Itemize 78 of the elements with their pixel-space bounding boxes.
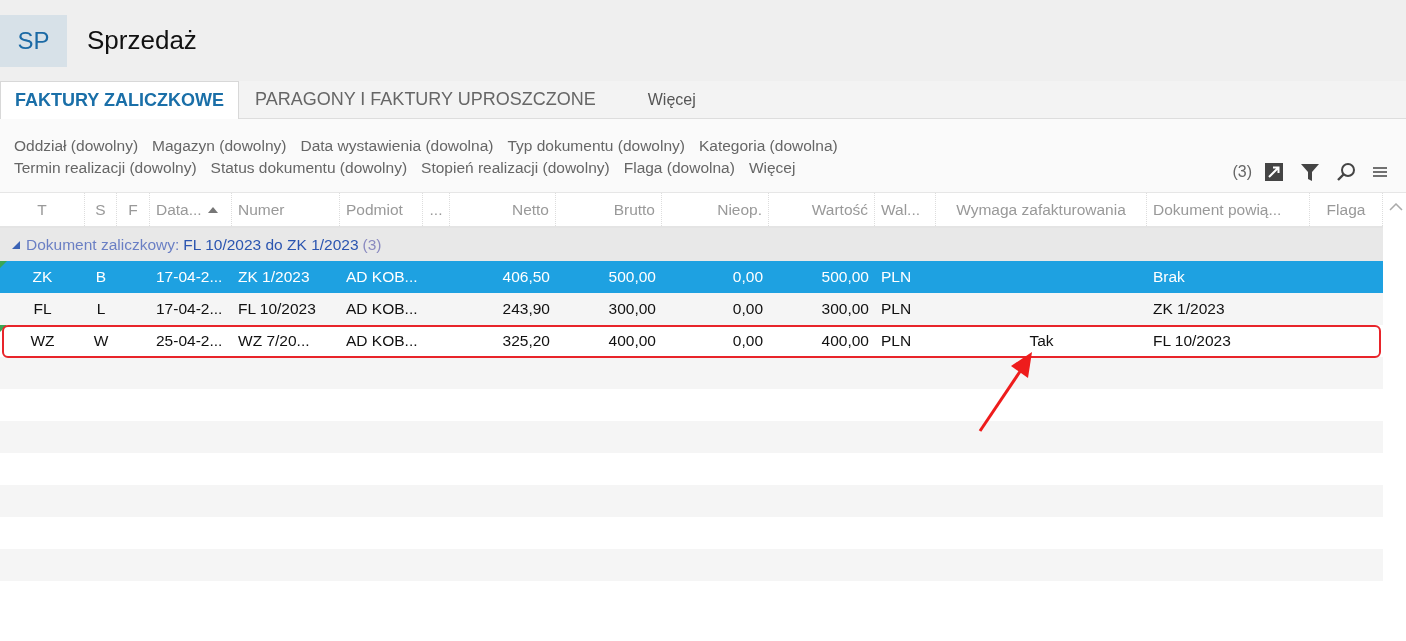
expanded-triangle-icon[interactable] bbox=[12, 240, 20, 249]
filter-link[interactable]: Magazyn (dowolny) bbox=[152, 135, 287, 157]
filter-link[interactable]: Data wystawienia (dowolna) bbox=[300, 135, 494, 157]
table-cell-text: 0,00 bbox=[731, 300, 764, 318]
menu-icon[interactable] bbox=[1372, 165, 1388, 179]
column-header[interactable]: ... bbox=[423, 193, 450, 226]
table-cell-text: 500,00 bbox=[820, 268, 870, 286]
column-header[interactable]: F bbox=[117, 193, 150, 226]
table-cell-text: 500,00 bbox=[607, 268, 657, 286]
table-cell-text: 17-04-2... bbox=[155, 300, 224, 318]
column-header[interactable]: T bbox=[0, 193, 85, 226]
table-cell-text: 400,00 bbox=[820, 332, 870, 350]
group-value: FL 10/2023 do ZK 1/2023 bbox=[183, 235, 359, 254]
filter-link[interactable]: Stopień realizacji (dowolny) bbox=[421, 157, 610, 179]
table-row[interactable]: ZK B 17-04-2... ZK 1/2023 AD KOB... 406,50 500,00 0,00 500,00 PLN Brak bbox=[0, 261, 1383, 293]
table-cell-text: PLN bbox=[880, 300, 913, 318]
more-tab[interactable]: Więcej bbox=[633, 81, 710, 118]
column-header[interactable]: Podmiot bbox=[340, 193, 423, 226]
app-badge: SP bbox=[0, 14, 67, 67]
column-header[interactable]: Wal... bbox=[875, 193, 936, 226]
table-cell-text: 300,00 bbox=[820, 300, 870, 318]
table-cell-text: 0,00 bbox=[731, 268, 764, 286]
table-cell-text: FL 10/2023 bbox=[237, 300, 317, 318]
filter-link[interactable]: Oddział (dowolny) bbox=[14, 135, 139, 157]
table-cell-text: 406,50 bbox=[501, 268, 551, 286]
column-header[interactable]: Nieop. bbox=[662, 193, 769, 226]
table-cell-text: 25-04-2... bbox=[155, 332, 224, 350]
filter-link[interactable]: Typ dokumentu (dowolny) bbox=[507, 135, 685, 157]
column-header[interactable]: Wymaga zafakturowania bbox=[936, 193, 1147, 226]
result-count: (3) bbox=[1232, 163, 1252, 181]
table-cell-text: ZK 1/2023 bbox=[1152, 300, 1226, 318]
app-title: Sprzedaż bbox=[87, 25, 197, 56]
table-cell-text: ZK bbox=[31, 268, 54, 286]
table-row[interactable]: WZ W 25-04-2... WZ 7/20... AD KOB... 325,20 400,00 0,00 400,00 PLN Tak FL 10/2023 bbox=[0, 325, 1383, 357]
column-header[interactable]: Wartość bbox=[769, 193, 875, 226]
filter-icon[interactable] bbox=[1300, 162, 1320, 182]
search-icon[interactable] bbox=[1336, 162, 1356, 182]
table-cell-text: WZ 7/20... bbox=[237, 332, 311, 350]
column-header[interactable]: Numer bbox=[232, 193, 340, 226]
table-cell-text: 325,20 bbox=[501, 332, 551, 350]
tab[interactable]: PARAGONY I FAKTURY UPROSZCZONE bbox=[241, 81, 610, 118]
column-header[interactable]: S bbox=[85, 193, 117, 226]
filter-link[interactable]: Status dokumentu (dowolny) bbox=[210, 157, 408, 179]
table-cell-text: FL 10/2023 bbox=[1152, 332, 1232, 350]
table-cell-text: L bbox=[95, 300, 107, 318]
column-header[interactable]: Netto bbox=[450, 193, 556, 226]
filter-link[interactable]: Więcej bbox=[748, 157, 796, 179]
group-count: (3) bbox=[362, 235, 382, 254]
table-cell-text: PLN bbox=[880, 268, 913, 286]
table-cell-text: 17-04-2... bbox=[155, 268, 224, 286]
table-cell-text: FL bbox=[32, 300, 53, 318]
group-row[interactable]: Dokument zaliczkowy: FL 10/2023 do ZK 1/2023 (3) bbox=[0, 228, 1383, 261]
group-label: Dokument zaliczkowy: bbox=[26, 235, 180, 254]
column-header[interactable]: Flaga bbox=[1310, 193, 1383, 226]
table-cell-text: 300,00 bbox=[607, 300, 657, 318]
sort-up-icon[interactable] bbox=[207, 206, 218, 213]
table-cell-text: Brak bbox=[1152, 268, 1186, 286]
table-cell-text: AD KOB... bbox=[345, 300, 419, 318]
filter-link[interactable]: Flaga (dowolna) bbox=[623, 157, 735, 179]
table-cell-text: ZK 1/2023 bbox=[237, 268, 311, 286]
table-cell-text: WZ bbox=[29, 332, 56, 350]
table-cell-text: B bbox=[94, 268, 108, 286]
column-header[interactable]: Dokument powią... bbox=[1147, 193, 1310, 226]
column-header[interactable]: Data... bbox=[150, 193, 232, 226]
table-cell-text: Tak bbox=[1028, 332, 1055, 350]
table-cell-text: 0,00 bbox=[731, 332, 764, 350]
tab[interactable]: FAKTURY ZALICZKOWE bbox=[0, 81, 239, 119]
table-cell-text: W bbox=[92, 332, 110, 350]
expand-icon[interactable] bbox=[1264, 162, 1284, 182]
filter-link[interactable]: Termin realizacji (dowolny) bbox=[14, 157, 197, 179]
table-cell-text: 243,90 bbox=[501, 300, 551, 318]
table-cell-text: PLN bbox=[880, 332, 913, 350]
filter-link[interactable]: Kategoria (dowolna) bbox=[698, 135, 838, 157]
table-cell-text: AD KOB... bbox=[345, 332, 419, 350]
table-cell-text: AD KOB... bbox=[345, 268, 419, 286]
table-cell-text: 400,00 bbox=[607, 332, 657, 350]
table-row[interactable]: FL L 17-04-2... FL 10/2023 AD KOB... 243,90 300,00 0,00 300,00 PLN ZK 1/2023 bbox=[0, 293, 1383, 325]
column-header[interactable]: Brutto bbox=[556, 193, 662, 226]
